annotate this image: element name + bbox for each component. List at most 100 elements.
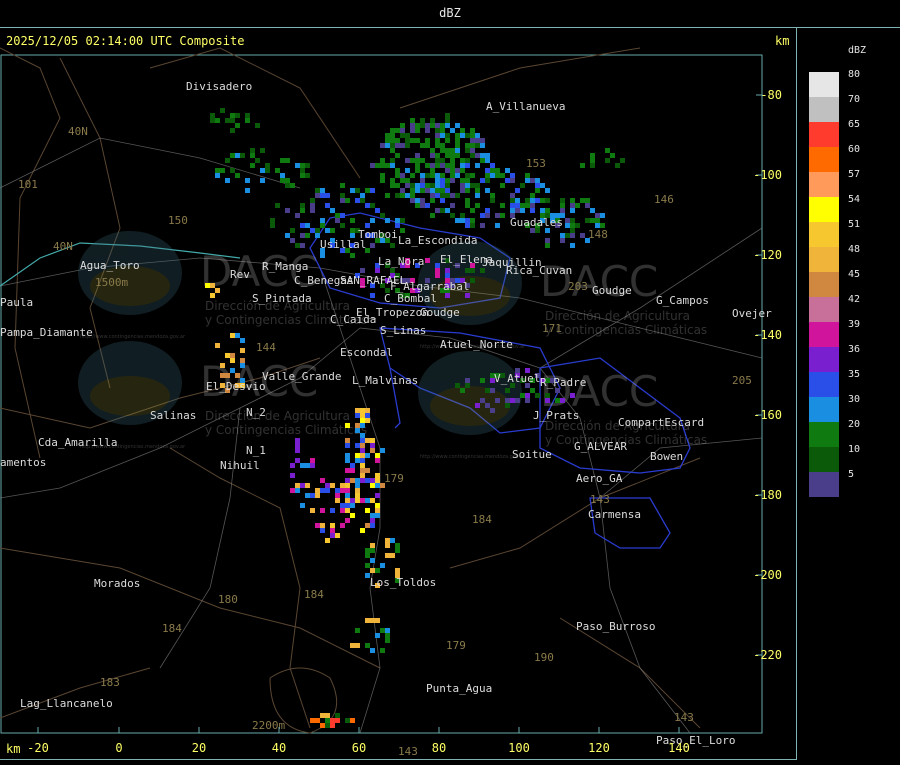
radar-echo-pixel <box>460 178 465 183</box>
radar-map-panel[interactable]: DACC Dirección de Agricultura y Contingenc… <box>0 28 797 760</box>
radar-echo-pixel <box>335 488 340 493</box>
radar-echo-pixel <box>485 208 490 213</box>
y-tick-label: -100 <box>753 168 782 182</box>
terrain-contour <box>399 47 641 109</box>
radar-echo-pixel <box>380 213 385 218</box>
radar-echo-pixel <box>475 138 480 143</box>
radar-echo-pixel <box>300 203 305 208</box>
radar-echo-pixel <box>565 218 570 223</box>
radar-echo-pixel <box>320 193 325 198</box>
radar-echo-pixel <box>570 233 575 238</box>
radar-echo-pixel <box>325 193 330 198</box>
radar-echo-pixel <box>395 168 400 173</box>
radar-echo-pixel <box>210 118 215 123</box>
radar-echo-pixel <box>475 183 480 188</box>
radar-echo-pixel <box>525 393 530 398</box>
place-label: Rev <box>230 268 250 281</box>
radar-echo-pixel <box>410 128 415 133</box>
radar-echo-pixel <box>570 203 575 208</box>
radar-echo-pixel <box>400 228 405 233</box>
place-label: Usillal <box>320 238 366 251</box>
radar-echo-pixel <box>620 158 625 163</box>
radar-echo-pixel <box>570 223 575 228</box>
legend-swatch <box>809 247 839 272</box>
watermark-org: Dirección de Agricultura <box>545 309 690 323</box>
radar-echo-pixel <box>535 188 540 193</box>
radar-echo-pixel <box>320 523 325 528</box>
place-label: Rica_Cuvan <box>506 264 572 277</box>
radar-echo-pixel <box>385 638 390 643</box>
watermark-org: y Contingencias Climáticas <box>545 323 707 337</box>
radar-echo-pixel <box>415 188 420 193</box>
radar-echo-pixel <box>320 713 325 718</box>
place-label: Agua_Toro <box>80 259 140 272</box>
radar-echo-pixel <box>435 208 440 213</box>
y-tick-label: -140 <box>753 328 782 342</box>
radar-echo-pixel <box>440 193 445 198</box>
radar-echo-pixel <box>340 193 345 198</box>
route-number-label: 40N <box>68 125 88 138</box>
radar-echo-pixel <box>560 208 565 213</box>
radar-echo-pixel <box>540 183 545 188</box>
radar-echo-pixel <box>440 173 445 178</box>
radar-echo-pixel <box>540 198 545 203</box>
radar-echo-pixel <box>425 258 430 263</box>
radar-echo-pixel <box>445 163 450 168</box>
radar-echo-pixel <box>365 498 370 503</box>
radar-echo-pixel <box>480 138 485 143</box>
radar-echo-pixel <box>330 528 335 533</box>
radar-echo-pixel <box>330 718 335 723</box>
radar-echo-pixel <box>295 243 300 248</box>
radar-echo-pixel <box>300 208 305 213</box>
radar-echo-pixel <box>440 148 445 153</box>
radar-echo-pixel <box>310 203 315 208</box>
radar-echo-pixel <box>380 648 385 653</box>
radar-echo-pixel <box>425 173 430 178</box>
radar-echo-pixel <box>445 273 450 278</box>
legend-label: 5 <box>848 469 854 480</box>
place-label: amentos <box>0 456 46 469</box>
radar-echo-pixel <box>395 143 400 148</box>
radar-echo-pixel <box>505 398 510 403</box>
radar-echo-pixel <box>340 213 345 218</box>
radar-echo-pixel <box>375 568 380 573</box>
radar-echo-pixel <box>515 188 520 193</box>
radar-echo-pixel <box>430 193 435 198</box>
radar-echo-pixel <box>405 193 410 198</box>
radar-echo-pixel <box>455 218 460 223</box>
radar-echo-pixel <box>360 268 365 273</box>
radar-echo-pixel <box>315 718 320 723</box>
radar-echo-pixel <box>380 158 385 163</box>
radar-echo-pixel <box>280 173 285 178</box>
dbz-legend: dBZ 80 70 65 60 57 54 51 48 45 42 39 36 35 30 20 10 5 <box>798 28 900 761</box>
radar-echo-pixel <box>400 173 405 178</box>
radar-echo-pixel <box>445 178 450 183</box>
radar-echo-pixel <box>245 113 250 118</box>
route-number-label: 144 <box>256 341 276 354</box>
radar-echo-pixel <box>440 208 445 213</box>
radar-echo-pixel <box>350 468 355 473</box>
radar-echo-pixel <box>405 178 410 183</box>
radar-echo-pixel <box>370 163 375 168</box>
radar-echo-pixel <box>230 128 235 133</box>
route-number-label: 150 <box>168 214 188 227</box>
radar-map[interactable]: DACCDirección de Agriculturay Contingenc… <box>0 28 796 759</box>
radar-echo-pixel <box>420 143 425 148</box>
radar-echo-pixel <box>565 233 570 238</box>
radar-echo-pixel <box>390 148 395 153</box>
place-label: Cda_Amarilla <box>38 436 117 449</box>
radar-echo-pixel <box>240 363 245 368</box>
y-tick-label: -220 <box>753 648 782 662</box>
radar-echo-pixel <box>285 233 290 238</box>
radar-echo-pixel <box>530 388 535 393</box>
radar-echo-pixel <box>460 168 465 173</box>
radar-echo-pixel <box>460 218 465 223</box>
place-label: Nihuil <box>220 459 260 472</box>
radar-echo-pixel <box>210 283 215 288</box>
radar-echo-pixel <box>370 438 375 443</box>
radar-echo-pixel <box>335 498 340 503</box>
x-tick-label: 80 <box>432 741 446 755</box>
radar-echo-pixel <box>465 143 470 148</box>
place-label: Salinas <box>150 409 196 422</box>
radar-echo-pixel <box>465 158 470 163</box>
